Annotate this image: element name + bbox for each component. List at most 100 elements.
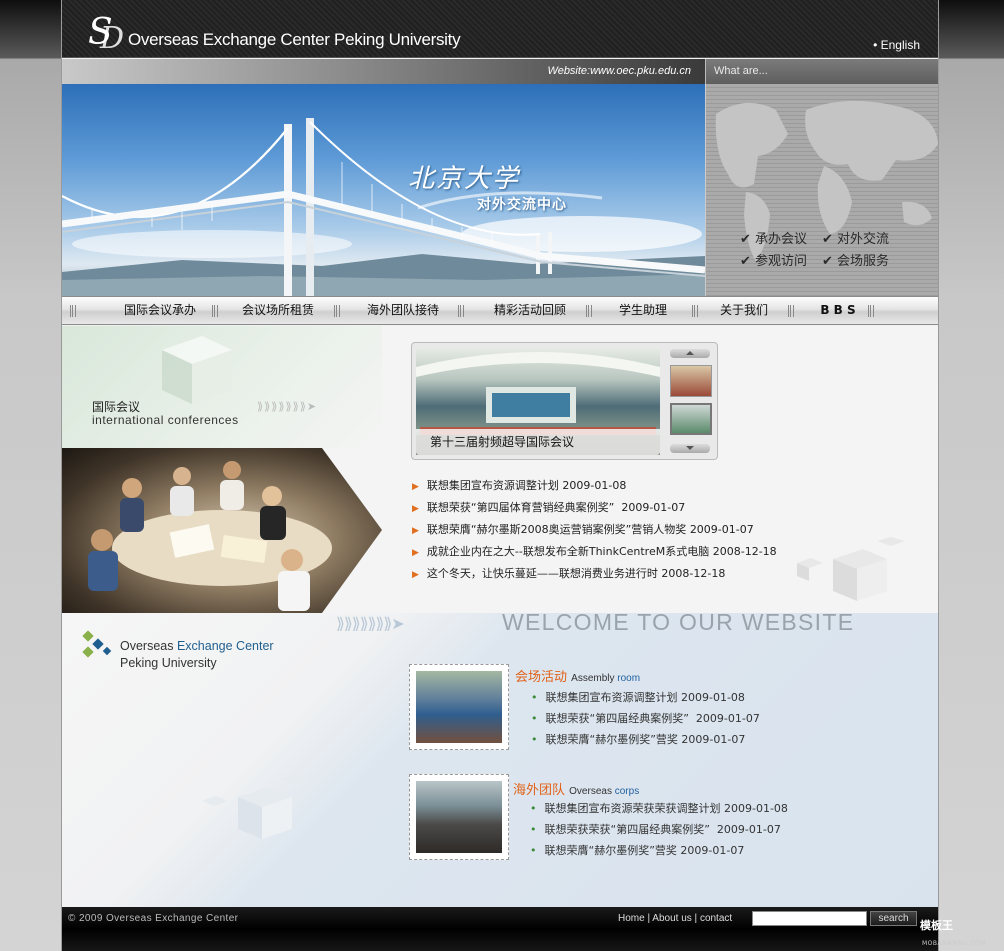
- nav-venue-rental[interactable]: 会议场所租赁: [222, 297, 334, 324]
- section-item-title: 联想荣膺“赫尔墨例奖”营奖: [544, 844, 677, 857]
- assembly-photo[interactable]: [409, 664, 509, 750]
- cube-decoration-icon: [797, 537, 905, 601]
- assembly-photo-image: [416, 671, 502, 743]
- section-item-date: 2009-01-07: [681, 733, 746, 746]
- nav-overseas-groups[interactable]: 海外团队接待: [347, 297, 459, 324]
- section-title-overseas: 海外团队 Overseas corps: [513, 779, 639, 798]
- conference-title-en: international conferences: [92, 413, 239, 427]
- section-title-en-part: Overseas: [569, 786, 615, 797]
- meeting-photo: [62, 448, 382, 613]
- arrow-right-icon: ▶: [412, 526, 419, 536]
- meeting-people-illustration: [88, 461, 332, 611]
- section-title-en: Overseas corps: [569, 786, 639, 797]
- news-item[interactable]: ▶ 联想荣膺“赫尔墨斯2008奥运营销案例奖”营销人物奖 2009-01-07: [412, 521, 754, 537]
- news-item[interactable]: ▶ 成就企业内在之大--联想发布全新ThinkCentreM系式电脑 2008-1…: [412, 543, 777, 559]
- page-container: S D Overseas Exchange Center Peking Univ…: [61, 0, 939, 951]
- search-button[interactable]: search: [870, 911, 917, 926]
- search-input[interactable]: [752, 911, 867, 926]
- nav-separator: [868, 305, 874, 317]
- svg-text:D: D: [99, 21, 124, 52]
- section-item[interactable]: • 联想荣获荣获“第四届经典案例奖” 2009-01-07: [530, 821, 781, 837]
- watermark-url: MOBANWANG.COM: [922, 940, 986, 947]
- news-item[interactable]: ▶ 联想集团宣布资源调整计划 2009-01-08: [412, 477, 626, 493]
- banner-subtitle: 对外交流中心: [477, 197, 567, 213]
- site-footer: © 2009 Overseas Exchange Center Home | A…: [62, 907, 938, 951]
- arrow-right-icon: ▶: [412, 482, 419, 492]
- center-name-line-2: Peking University: [120, 656, 217, 670]
- section-item[interactable]: • 联想集团宣布资源荣获荣获调整计划 2009-01-08: [530, 800, 788, 816]
- chevron-down-icon: [686, 446, 694, 450]
- feature-caption[interactable]: 第十三届射频超导国际会议: [416, 429, 660, 455]
- section-item-title: 联想荣获“第四届经典案例奖”: [545, 712, 689, 725]
- service-hosting-conferences: ✔ 承办会议: [740, 232, 808, 247]
- service-venue: ✔ 会场服务: [822, 254, 890, 269]
- bullet-icon: •: [530, 844, 537, 857]
- bullet-icon: •: [531, 691, 538, 704]
- bullet-icon: •: [530, 823, 537, 836]
- overseas-corps-photo[interactable]: [409, 774, 509, 860]
- copyright-text: © 2009 Overseas Exchange Center: [68, 913, 239, 924]
- nav-activity-review[interactable]: 精彩活动回顾: [474, 297, 586, 324]
- section-title-en-part: Assembly: [571, 673, 618, 684]
- section-title-en: Assembly room: [571, 673, 640, 684]
- news-date: 2008-12-18: [712, 545, 777, 558]
- section-title-cn: 会场活动: [515, 670, 568, 685]
- nav-separator: [458, 305, 464, 317]
- news-date: 2009-01-07: [621, 501, 686, 514]
- footer-link-contact[interactable]: contact: [700, 913, 732, 924]
- section-item[interactable]: • 联想荣膺“赫尔墨例奖”营奖 2009-01-07: [530, 842, 744, 858]
- watermark-logo: 模板王: [920, 919, 953, 932]
- nav-student-assistant[interactable]: 学生助理: [602, 297, 684, 324]
- slider-down-button[interactable]: [670, 444, 710, 453]
- section-title-en-highlight: corps: [614, 786, 640, 797]
- what-label: What are...: [714, 65, 768, 77]
- bullet-icon: •: [531, 712, 538, 725]
- section-item-date: 2009-01-07: [680, 844, 745, 857]
- arrow-decoration-icon: ⟫⟫⟫⟫⟫⟫⟫➤: [336, 614, 405, 633]
- website-url: Website:www.oec.pku.edu.cn: [547, 65, 691, 77]
- section-item-title: 联想集团宣布资源荣获荣获调整计划: [544, 802, 721, 815]
- news-item[interactable]: ▶ 联想荣获“第四届体育营销经典案例奖” 2009-01-07: [412, 499, 685, 515]
- slider-up-button[interactable]: [670, 349, 710, 358]
- section-item[interactable]: • 联想集团宣布资源调整计划 2009-01-08: [531, 689, 745, 705]
- section-title-assembly: 会场活动 Assembly room: [515, 666, 640, 685]
- nav-separator: [212, 305, 218, 317]
- center-name-highlight: Exchange Center: [176, 639, 274, 653]
- footer-link-home[interactable]: Home: [618, 913, 645, 924]
- section-item[interactable]: • 联想荣膺“赫尔墨例奖”营奖 2009-01-07: [531, 731, 745, 747]
- nav-separator: [334, 305, 340, 317]
- center-logo-icon: [82, 630, 112, 658]
- overseas-corps-photo-image: [416, 781, 502, 853]
- world-map-panel: ✔ 承办会议 ✔ 对外交流 ✔ 参观访问 ✔ 会场服务: [705, 84, 938, 296]
- what-strip: What are...: [705, 59, 938, 84]
- arrow-right-icon: ▶: [412, 548, 419, 558]
- banner-title: 北京大学: [408, 164, 521, 194]
- slider-thumbnail[interactable]: [670, 365, 712, 397]
- chevron-up-icon: [686, 351, 694, 355]
- bullet-icon: •: [530, 802, 537, 815]
- service-foreign-exchange: ✔ 对外交流: [822, 232, 890, 247]
- nav-bbs[interactable]: B B S: [802, 297, 874, 324]
- banner-bridge-image: 北京大学 对外交流中心: [62, 84, 705, 296]
- section-item-title: 联想荣获荣获“第四届经典案例奖”: [544, 823, 710, 836]
- nav-separator: [70, 305, 76, 317]
- section-item-title: 联想集团宣布资源调整计划: [545, 691, 678, 704]
- arrow-right-icon: ▶: [412, 570, 419, 580]
- nav-international-conferences[interactable]: 国际会议承办: [100, 297, 220, 324]
- footer-link-about[interactable]: About us: [652, 913, 691, 924]
- nav-about-us[interactable]: 关于我们: [706, 297, 782, 324]
- arrow-right-icon: ▶: [412, 504, 419, 514]
- slider-thumbnail-active[interactable]: [670, 403, 712, 435]
- section-item[interactable]: • 联想荣获“第四届经典案例奖” 2009-01-07: [531, 710, 760, 726]
- english-link[interactable]: • English: [873, 38, 920, 52]
- section-item-date: 2009-01-07: [716, 823, 781, 836]
- news-item[interactable]: ▶ 这个冬天，让快乐蔓延——联想消费业务进行时 2008-12-18: [412, 565, 725, 581]
- bridge-illustration: [62, 118, 705, 296]
- site-logo-text: Overseas Exchange Center Peking Universi…: [128, 30, 461, 49]
- bullet-icon: •: [531, 733, 538, 746]
- welcome-heading: WELCOME TO OUR WEBSITE: [502, 609, 855, 635]
- news-title: 联想集团宣布资源调整计划: [426, 479, 559, 492]
- section-title-en-highlight: room: [617, 673, 641, 684]
- news-date: 2009-01-07: [689, 523, 754, 536]
- cube-decoration-icon: [202, 775, 310, 839]
